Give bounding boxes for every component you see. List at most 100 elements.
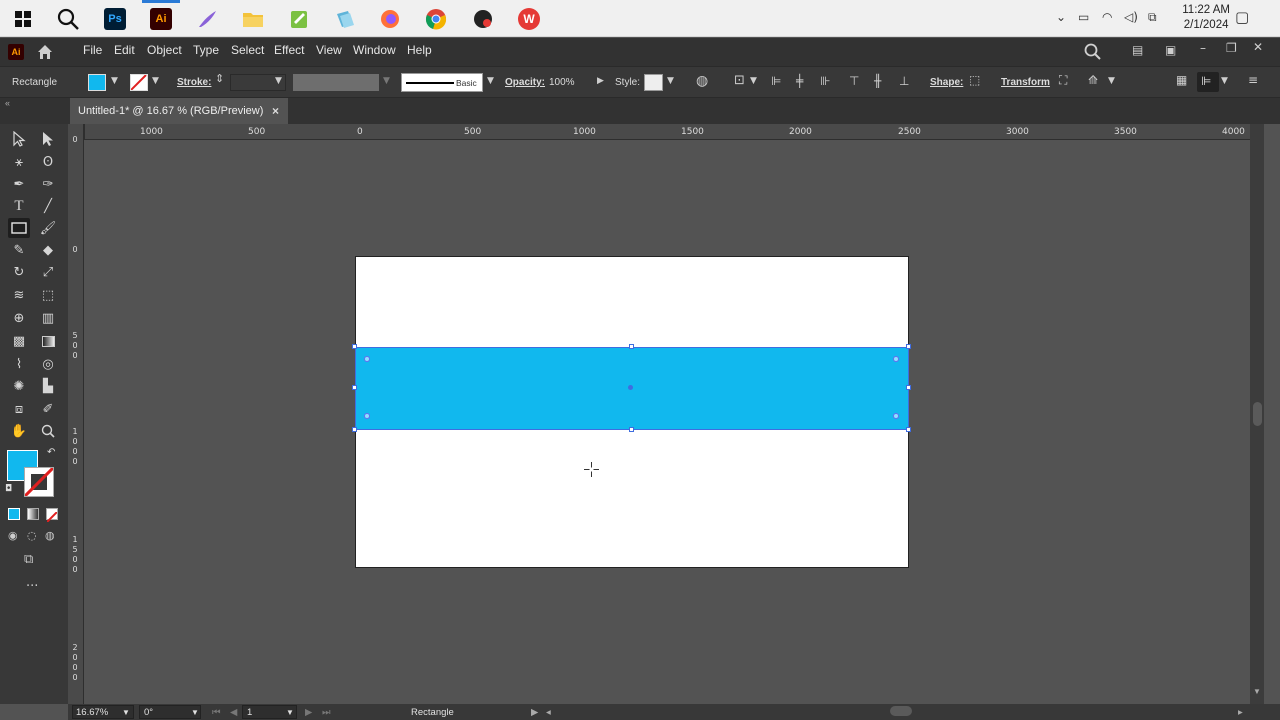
next-artboard-icon[interactable]: ▶	[305, 707, 312, 718]
windows-start-icon[interactable]	[8, 4, 38, 34]
close-tab-icon[interactable]: ×	[272, 104, 279, 118]
corner-radius-widget[interactable]	[364, 413, 370, 419]
home-icon[interactable]	[36, 43, 54, 65]
notification-icon[interactable]: ▢	[1235, 8, 1249, 26]
resize-handle[interactable]	[906, 385, 911, 390]
gradient-mode-icon[interactable]	[27, 508, 39, 520]
align-top-icon[interactable]: ⊤	[849, 74, 859, 88]
vertical-ruler[interactable]	[68, 124, 84, 704]
resize-handle[interactable]	[906, 344, 911, 349]
corner-radius-widget[interactable]	[364, 356, 370, 362]
chevron-up-icon[interactable]: ⌄	[1056, 10, 1066, 24]
chevron-down-icon[interactable]: ▼	[286, 708, 294, 717]
previous-artboard-icon[interactable]: ◀	[230, 707, 237, 718]
shaper-tool-icon[interactable]: ✎	[8, 240, 30, 260]
rotate-tool-icon[interactable]: ↻	[8, 262, 30, 282]
color-mode-icon[interactable]	[8, 508, 20, 520]
symbol-sprayer-tool-icon[interactable]: ✺	[8, 376, 30, 396]
resize-handle[interactable]	[352, 344, 357, 349]
menu-select[interactable]: Select	[231, 43, 264, 57]
free-transform-tool-icon[interactable]: ⬚	[37, 285, 59, 305]
horizontal-scroll-thumb[interactable]	[890, 706, 912, 716]
corner-radius-widget[interactable]	[893, 356, 899, 362]
stroke-label[interactable]: Stroke:	[177, 77, 211, 88]
direct-selection-tool-icon[interactable]	[37, 129, 59, 149]
panel-toggle-icon[interactable]: ⊫	[1197, 72, 1219, 92]
selection-tool-icon[interactable]	[8, 129, 30, 149]
eyedropper-tool-icon[interactable]: ⌇	[8, 354, 30, 374]
wifi-icon[interactable]: ◠	[1102, 10, 1112, 24]
arrange-icon[interactable]: ▦	[1176, 73, 1187, 87]
menu-file[interactable]: File	[83, 43, 102, 57]
scroll-down-icon[interactable]: ▼	[1253, 687, 1261, 696]
panel-menu-icon[interactable]: ≡	[1248, 73, 1258, 87]
paintbrush-tool-icon[interactable]: 🖌	[37, 218, 59, 238]
arrange-documents-icon[interactable]: ▣	[1165, 43, 1176, 57]
scale-tool-icon[interactable]: ⤢	[37, 262, 59, 282]
screen-mode-icon[interactable]: ⧉	[24, 552, 33, 567]
stroke-swatch[interactable]	[130, 74, 148, 91]
draw-normal-icon[interactable]: ◉	[8, 529, 18, 542]
workspace-icon[interactable]: ▤	[1132, 43, 1143, 57]
draw-inside-icon[interactable]: ◍	[45, 529, 55, 542]
chrome-icon[interactable]	[421, 4, 451, 34]
pen-tool-icon[interactable]: ✒	[8, 174, 30, 194]
default-fill-stroke-icon[interactable]: ◘	[5, 484, 12, 494]
chevron-down-icon[interactable]: ▼	[122, 708, 130, 717]
recorder-icon[interactable]	[468, 4, 498, 34]
menu-edit[interactable]: Edit	[114, 43, 135, 57]
chevron-down-icon[interactable]: ▼	[487, 76, 494, 86]
system-clock[interactable]: 11:22 AM 2/1/2024	[1182, 3, 1230, 33]
notepad-plus-icon[interactable]	[284, 4, 314, 34]
distribute-icon[interactable]: ⟰	[1088, 73, 1098, 87]
align-to-icon[interactable]: ⊡	[734, 73, 745, 88]
file-explorer-icon[interactable]	[238, 4, 268, 34]
folder-blue-icon[interactable]	[330, 4, 360, 34]
resize-handle[interactable]	[629, 427, 634, 432]
recolor-artwork-icon[interactable]: ◍	[696, 73, 708, 89]
vertical-scroll-thumb[interactable]	[1253, 402, 1262, 426]
minimize-icon[interactable]: –	[1200, 41, 1206, 55]
collapse-toolbar-icon[interactable]: «	[5, 98, 10, 108]
menu-window[interactable]: Window	[353, 43, 396, 57]
align-left-icon[interactable]: ⊫	[771, 74, 781, 88]
chevron-down-icon[interactable]: ▼	[1108, 76, 1115, 86]
shape-properties-icon[interactable]: ⬚	[969, 73, 980, 87]
chevron-down-icon[interactable]: ▼	[191, 708, 199, 717]
vertical-scrollbar[interactable]: ▼	[1250, 124, 1264, 704]
document-tab[interactable]: Untitled-1* @ 16.67 % (RGB/Preview)	[70, 98, 288, 124]
lasso-tool-icon[interactable]: ʘ	[37, 152, 59, 172]
last-artboard-icon[interactable]: ⏭	[322, 707, 331, 718]
close-window-icon[interactable]: ✕	[1253, 40, 1263, 54]
resize-handle[interactable]	[906, 427, 911, 432]
scroll-right-icon[interactable]: ▸	[1238, 707, 1243, 718]
perspective-grid-tool-icon[interactable]: ▥	[37, 308, 59, 328]
resize-handle[interactable]	[629, 344, 634, 349]
opacity-label[interactable]: Opacity:	[505, 77, 545, 88]
menu-effect[interactable]: Effect	[274, 43, 304, 57]
menu-type[interactable]: Type	[193, 43, 219, 57]
variable-width-profile[interactable]	[293, 74, 379, 91]
fill-swatch[interactable]	[88, 74, 106, 91]
draw-behind-icon[interactable]: ◌	[27, 529, 37, 542]
corner-radius-widget[interactable]	[893, 413, 899, 419]
width-tool-icon[interactable]: ≋	[8, 285, 30, 305]
menu-help[interactable]: Help	[407, 43, 432, 57]
illustrator-taskbar-icon[interactable]: Ai	[142, 0, 180, 34]
mesh-tool-icon[interactable]: ▩	[8, 331, 30, 351]
chevron-down-icon[interactable]: ▼	[383, 76, 390, 86]
align-bottom-icon[interactable]: ⊥	[899, 74, 909, 88]
none-mode-icon[interactable]	[46, 508, 58, 523]
first-artboard-icon[interactable]: ⏮	[212, 707, 221, 718]
chevron-right-icon[interactable]: ▶	[597, 76, 604, 86]
magic-wand-tool-icon[interactable]: ⚹	[8, 152, 30, 172]
scroll-left-icon[interactable]: ◂	[546, 707, 551, 718]
swap-fill-stroke-icon[interactable]: ↶	[47, 447, 55, 458]
resize-handle[interactable]	[352, 385, 357, 390]
opacity-value[interactable]: 100%	[549, 77, 575, 88]
search-icon[interactable]	[1084, 43, 1101, 65]
chevron-down-icon[interactable]: ▼	[111, 76, 118, 86]
gradient-tool-icon[interactable]	[37, 331, 59, 351]
chevron-down-icon[interactable]: ▼	[275, 76, 282, 86]
transform-label[interactable]: Transform	[1001, 77, 1050, 88]
